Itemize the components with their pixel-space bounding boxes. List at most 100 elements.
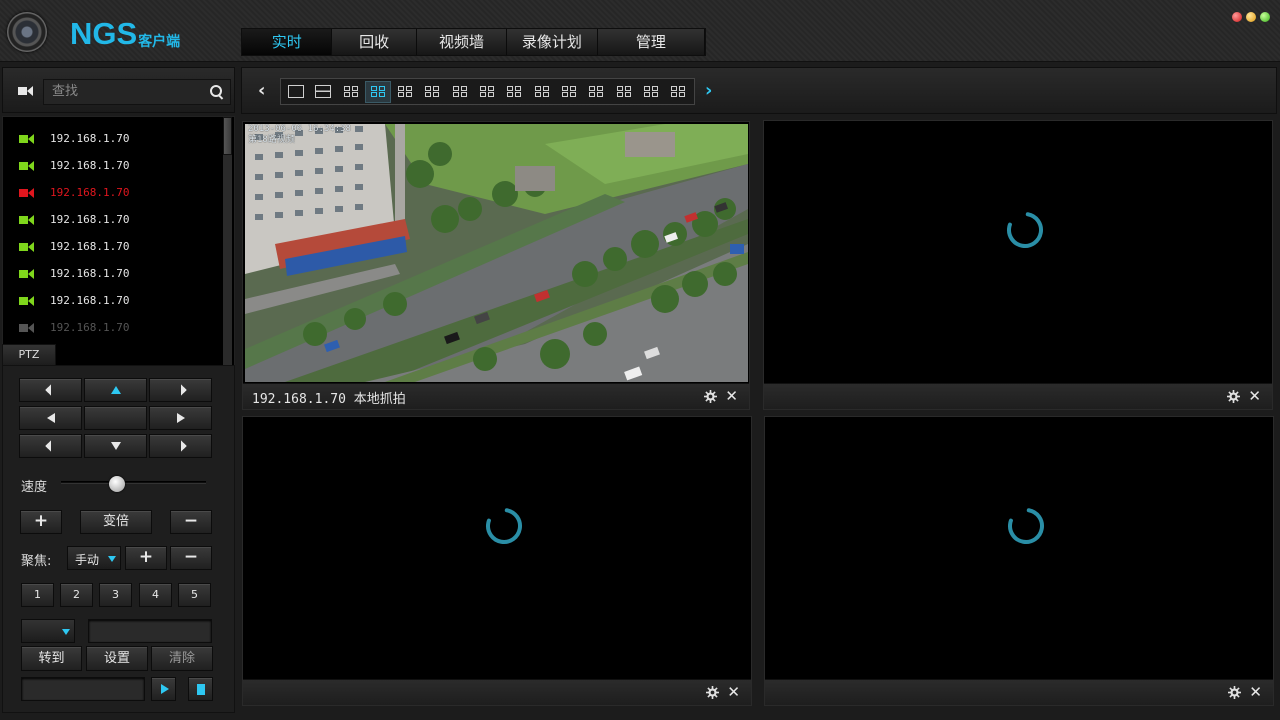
brand-main: NGS <box>70 16 138 51</box>
layout-option-5[interactable] <box>393 82 417 102</box>
preset-5-button[interactable]: 5 <box>178 583 211 607</box>
device-list-scrollbar[interactable] <box>223 117 232 387</box>
video-pane-4[interactable]: ✕ <box>764 416 1274 706</box>
layout-option-13[interactable] <box>612 82 636 102</box>
minimize-window-icon[interactable] <box>1246 12 1256 22</box>
preset-2-button[interactable]: 2 <box>60 583 93 607</box>
close-window-icon[interactable] <box>1232 12 1242 22</box>
layout-grid-icon <box>534 85 549 97</box>
layout-option-14[interactable] <box>639 82 663 102</box>
chevron-right-icon[interactable]: › <box>705 80 712 101</box>
gear-icon[interactable] <box>704 390 717 403</box>
chevron-down-icon <box>108 556 116 562</box>
device-item[interactable]: 192.168.1.70 <box>3 314 221 341</box>
speed-slider[interactable] <box>61 476 206 492</box>
ptz-up-button[interactable] <box>84 378 147 402</box>
video-pane-2[interactable]: ✕ <box>763 120 1273 410</box>
layout-option-7[interactable] <box>448 82 472 102</box>
ptz-up-right-button[interactable] <box>149 378 212 402</box>
maximize-window-icon[interactable] <box>1260 12 1270 22</box>
preset-1-button[interactable]: 1 <box>21 583 54 607</box>
ptz-up-left-button[interactable] <box>19 378 82 402</box>
layout-option-11[interactable] <box>557 82 581 102</box>
layout-grid-icon <box>507 85 522 97</box>
left-panel: 查找 192.168.1.70 192.168.1.70 192.168.1.7… <box>2 67 235 715</box>
device-ip: 192.168.1.70 <box>50 267 130 280</box>
close-icon[interactable]: ✕ <box>727 683 740 701</box>
tab-video-wall[interactable]: 视频墙 <box>416 29 508 55</box>
ptz-right-button[interactable] <box>149 406 212 430</box>
zoom-in-button[interactable]: + <box>20 510 62 534</box>
pane-footer: 192.168.1.70 本地抓拍 ✕ <box>243 383 749 409</box>
layout-grid-icon <box>452 85 467 97</box>
ptz-down-right-button[interactable] <box>149 434 212 458</box>
device-ip: 192.168.1.70 <box>50 294 130 307</box>
play-button[interactable] <box>151 677 176 701</box>
focus-mode-value: 手动 <box>75 553 100 567</box>
pane-footer: ✕ <box>765 679 1273 705</box>
preset-4-button[interactable]: 4 <box>139 583 172 607</box>
layout-option-6[interactable] <box>420 82 444 102</box>
clear-preset-button[interactable]: 清除 <box>151 646 213 671</box>
device-item[interactable]: 192.168.1.70 <box>3 152 221 179</box>
tab-playback[interactable]: 回收 <box>332 29 417 55</box>
focus-minus-button[interactable]: − <box>170 546 212 570</box>
tab-ptz[interactable]: PTZ <box>2 344 56 366</box>
pane-footer: ✕ <box>764 383 1272 409</box>
search-icon[interactable] <box>210 85 224 99</box>
layout-option-10[interactable] <box>530 82 554 102</box>
brand-sub: 客户端 <box>138 33 181 49</box>
set-preset-button[interactable]: 设置 <box>86 646 148 671</box>
layout-option-3[interactable] <box>339 82 363 102</box>
preset-name-input[interactable] <box>88 619 212 643</box>
layout-option-1[interactable] <box>284 82 308 102</box>
video-pane-3[interactable]: ✕ <box>242 416 752 706</box>
focus-plus-button[interactable]: + <box>125 546 167 570</box>
device-item[interactable]: 192.168.1.70 <box>3 179 221 206</box>
close-icon[interactable]: ✕ <box>1249 683 1262 701</box>
tab-record-schedule[interactable]: 录像计划 <box>507 29 598 55</box>
gear-icon[interactable] <box>1228 686 1241 699</box>
gear-icon[interactable] <box>1227 390 1240 403</box>
play-icon <box>160 684 169 694</box>
zoom-label-button[interactable]: 变倍 <box>80 510 152 534</box>
focus-label: 聚焦: <box>21 554 52 569</box>
speed-slider-knob[interactable] <box>109 476 125 492</box>
gear-icon[interactable] <box>706 686 719 699</box>
preset-select[interactable] <box>21 619 75 643</box>
scroll-thumb[interactable] <box>223 117 232 155</box>
device-item[interactable]: 192.168.1.70 <box>3 206 221 233</box>
preset-3-button[interactable]: 3 <box>99 583 132 607</box>
focus-mode-select[interactable]: 手动 <box>67 546 121 570</box>
device-item[interactable]: 192.168.1.70 <box>3 125 221 152</box>
layout-option-15[interactable] <box>666 82 690 102</box>
layout-option-4[interactable] <box>364 80 391 103</box>
goto-preset-button[interactable]: 转到 <box>21 646 82 671</box>
tab-realtime[interactable]: 实时 <box>242 29 333 55</box>
device-search-input[interactable]: 查找 <box>43 79 231 105</box>
device-ip: 192.168.1.70 <box>50 240 130 253</box>
layout-option-8[interactable] <box>475 82 499 102</box>
close-icon[interactable]: ✕ <box>725 387 738 405</box>
layout-option-9[interactable] <box>502 82 526 102</box>
ptz-down-button[interactable] <box>84 434 147 458</box>
stop-button[interactable] <box>188 677 213 701</box>
chevron-left-icon[interactable]: ‹ <box>258 80 265 101</box>
cruise-input[interactable] <box>21 677 145 701</box>
device-item[interactable]: 192.168.1.70 <box>3 260 221 287</box>
video-pane-1[interactable]: 2013-06-06 16:34:38 第18路视频 192.168.1.70 … <box>242 121 750 410</box>
layout-grid-icon <box>343 85 358 97</box>
layout-grid-icon <box>616 85 631 97</box>
device-item[interactable]: 192.168.1.70 <box>3 233 221 260</box>
zoom-out-button[interactable]: − <box>170 510 212 534</box>
layout-option-12[interactable] <box>584 82 608 102</box>
layout-option-2[interactable] <box>311 82 335 102</box>
close-icon[interactable]: ✕ <box>1248 387 1261 405</box>
layout-grid-icon <box>398 85 413 97</box>
ptz-down-left-button[interactable] <box>19 434 82 458</box>
tab-manage[interactable]: 管理 <box>597 29 706 55</box>
ptz-center-button[interactable] <box>84 406 147 430</box>
ptz-left-button[interactable] <box>19 406 82 430</box>
device-item[interactable]: 192.168.1.70 <box>3 287 221 314</box>
pane-footer: ✕ <box>243 679 751 705</box>
